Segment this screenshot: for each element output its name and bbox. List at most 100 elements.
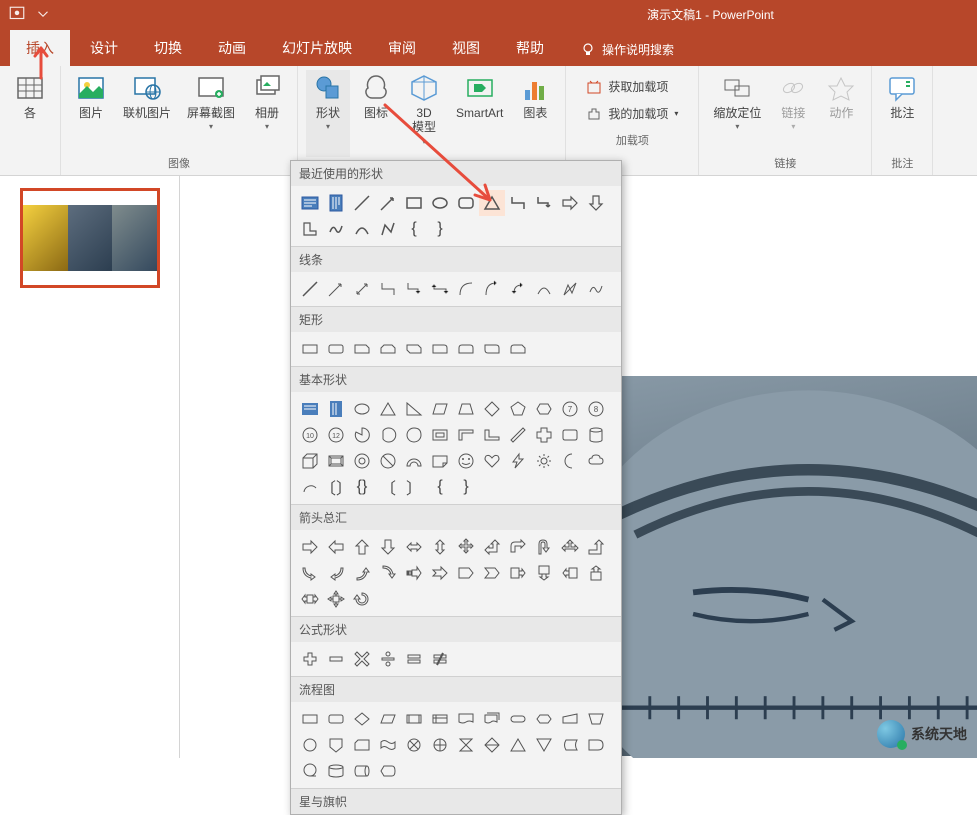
shape-double-bracket[interactable]: 〔〕 xyxy=(323,474,349,500)
shape-no-symbol[interactable] xyxy=(375,448,401,474)
shape-dodecagon[interactable]: 12 xyxy=(323,422,349,448)
shape-arrow-uturn[interactable] xyxy=(531,534,557,560)
shape-diagonal-stripe[interactable] xyxy=(505,422,531,448)
shape-arrow-up[interactable] xyxy=(349,534,375,560)
zoom-button[interactable]: 缩放定位 ▾ xyxy=(707,70,767,153)
shape-arrow-right[interactable] xyxy=(557,190,583,216)
shape-elbow-arrow[interactable] xyxy=(531,190,557,216)
shape-oval[interactable] xyxy=(427,190,453,216)
shape-fc-stored-data[interactable] xyxy=(557,732,583,758)
shape-arrow-callout-quad[interactable] xyxy=(323,586,349,612)
shape-plaque[interactable] xyxy=(557,422,583,448)
shape-parallelogram[interactable] xyxy=(427,396,453,422)
shape-arrow-line[interactable] xyxy=(375,190,401,216)
shape-sun[interactable] xyxy=(531,448,557,474)
shape-fc-offpage[interactable] xyxy=(323,732,349,758)
shape-fc-preparation[interactable] xyxy=(531,706,557,732)
shape-rounded-rect[interactable] xyxy=(323,336,349,362)
shape-vtextbox[interactable] xyxy=(323,396,349,422)
tables-button-partial[interactable]: 各 xyxy=(8,70,52,157)
shape-round-diag-rect[interactable] xyxy=(479,336,505,362)
chart-button[interactable]: 图表 xyxy=(513,70,557,157)
shape-round2-rect[interactable] xyxy=(453,336,479,362)
shape-snip1-rect[interactable] xyxy=(349,336,375,362)
shape-fc-display[interactable] xyxy=(375,758,401,784)
shape-arrow-left-right-up[interactable] xyxy=(557,534,583,560)
shape-donut[interactable] xyxy=(349,448,375,474)
shape-snip-round-rect[interactable] xyxy=(505,336,531,362)
shape-curved-arrow[interactable] xyxy=(479,276,505,302)
shape-arrow-left-up[interactable] xyxy=(479,534,505,560)
shape-rounded-rect[interactable] xyxy=(453,190,479,216)
shape-arrow-bent[interactable] xyxy=(505,534,531,560)
shape-frame[interactable] xyxy=(427,422,453,448)
shape-block-arc[interactable] xyxy=(401,448,427,474)
shape-arrow[interactable] xyxy=(323,276,349,302)
tab-help[interactable]: 帮助 xyxy=(500,30,560,66)
shape-fc-card[interactable] xyxy=(349,732,375,758)
shape-right-bracket[interactable]: 〕 xyxy=(401,474,427,500)
shape-cloud[interactable] xyxy=(583,448,609,474)
shape-arrow-bent-up[interactable] xyxy=(583,534,609,560)
smartart-button[interactable]: SmartArt xyxy=(450,70,509,157)
shape-arrow-curved-l[interactable] xyxy=(323,560,349,586)
shape-textbox[interactable] xyxy=(297,396,323,422)
shape-elbow-arrow[interactable] xyxy=(401,276,427,302)
shape-folded-corner[interactable] xyxy=(427,448,453,474)
shape-fc-alt-process[interactable] xyxy=(323,706,349,732)
tab-design[interactable]: 设计 xyxy=(74,30,134,66)
shape-chord[interactable] xyxy=(375,422,401,448)
slide-thumbnail-1[interactable] xyxy=(20,188,160,288)
shape-minus[interactable] xyxy=(323,646,349,672)
shape-not-equal[interactable] xyxy=(427,646,453,672)
shape-hexagon[interactable] xyxy=(531,396,557,422)
shape-fc-extract[interactable] xyxy=(505,732,531,758)
shape-round1-rect[interactable] xyxy=(427,336,453,362)
shape-l-shape[interactable] xyxy=(297,216,323,242)
shape-pentagon-arrow[interactable] xyxy=(453,560,479,586)
shape-fc-punched-tape[interactable] xyxy=(375,732,401,758)
shape-circular-arrow[interactable] xyxy=(349,586,375,612)
shape-double-arrow[interactable] xyxy=(349,276,375,302)
comment-button[interactable]: 批注 xyxy=(880,70,924,153)
shape-divide[interactable] xyxy=(375,646,401,672)
shape-arrow-callout-u[interactable] xyxy=(583,560,609,586)
shape-left-brace[interactable]: { xyxy=(427,474,453,500)
shape-curved[interactable] xyxy=(453,276,479,302)
shape-arrow-callout-l[interactable] xyxy=(557,560,583,586)
shape-fc-or[interactable] xyxy=(427,732,453,758)
shape-freeform[interactable] xyxy=(375,216,401,242)
shape-arrow-callout-r[interactable] xyxy=(505,560,531,586)
shape-triangle[interactable] xyxy=(375,396,401,422)
shape-right-brace[interactable]: } xyxy=(427,216,453,242)
shape-fc-internal-storage[interactable] xyxy=(427,706,453,732)
shape-can[interactable] xyxy=(583,422,609,448)
shape-chevron[interactable] xyxy=(479,560,505,586)
my-addins-button[interactable]: 我的加载项 ▾ xyxy=(578,101,686,126)
shape-arrow-callout-d[interactable] xyxy=(531,560,557,586)
shape-snip2-rect[interactable] xyxy=(375,336,401,362)
shape-fc-merge[interactable] xyxy=(531,732,557,758)
shape-fc-magnetic-disk[interactable] xyxy=(323,758,349,784)
shape-bevel[interactable] xyxy=(323,448,349,474)
shape-elbow[interactable] xyxy=(375,276,401,302)
shapes-button[interactable]: 形状 ▾ xyxy=(306,70,350,157)
tab-transitions[interactable]: 切换 xyxy=(138,30,198,66)
tab-slideshow[interactable]: 幻灯片放映 xyxy=(266,30,368,66)
shape-snip-diag-rect[interactable] xyxy=(401,336,427,362)
shape-pie[interactable] xyxy=(349,422,375,448)
shape-octagon[interactable]: 8 xyxy=(583,396,609,422)
shape-fc-sequential[interactable] xyxy=(297,758,323,784)
shape-fc-data[interactable] xyxy=(375,706,401,732)
shape-fc-sort[interactable] xyxy=(479,732,505,758)
shape-line[interactable] xyxy=(349,190,375,216)
shape-fc-delay[interactable] xyxy=(583,732,609,758)
shape-arrow-curved-d[interactable] xyxy=(375,560,401,586)
shape-curved-double[interactable] xyxy=(505,276,531,302)
shape-heptagon[interactable]: 7 xyxy=(557,396,583,422)
shape-heart[interactable] xyxy=(479,448,505,474)
shape-arrow-striped[interactable] xyxy=(401,560,427,586)
shape-elbow-double[interactable] xyxy=(427,276,453,302)
shape-arrow-callout-lr[interactable] xyxy=(297,586,323,612)
shape-rectangle[interactable] xyxy=(401,190,427,216)
